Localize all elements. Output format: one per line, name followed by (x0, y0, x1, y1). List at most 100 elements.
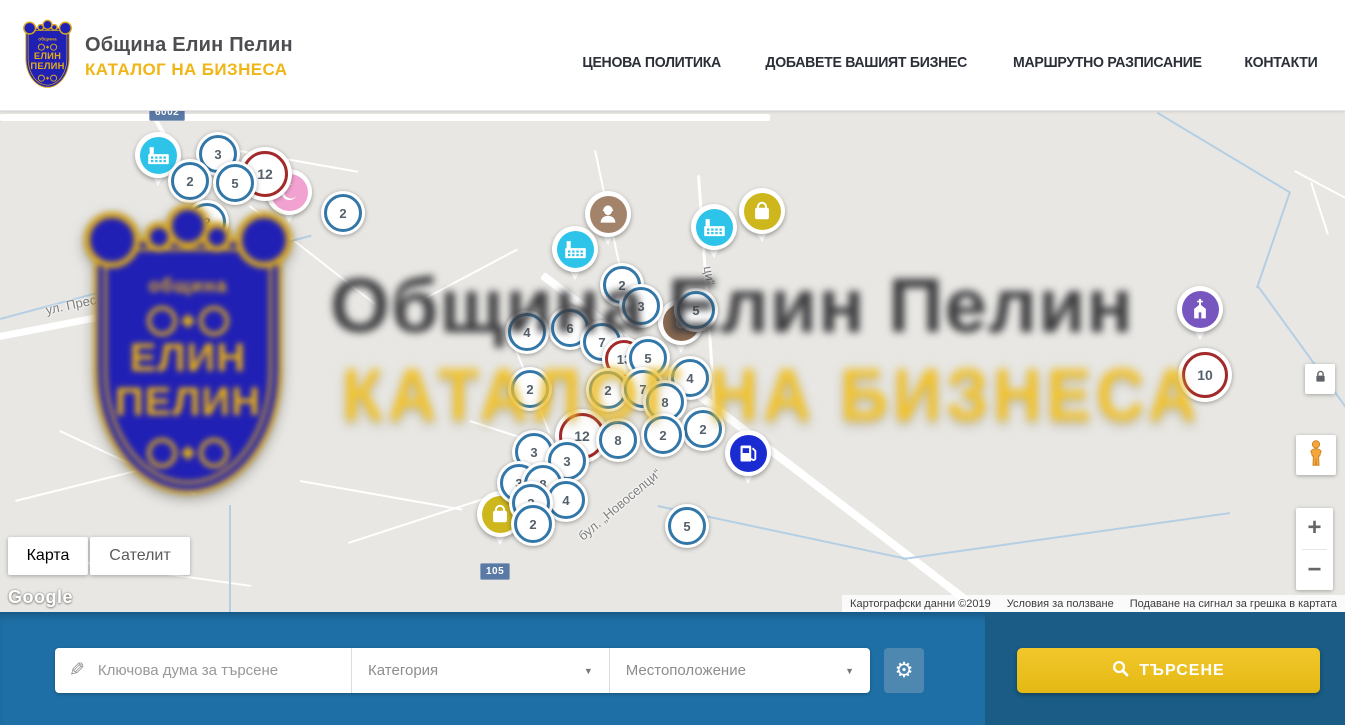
street-view-pegman[interactable] (1296, 435, 1336, 475)
road-line (1310, 182, 1329, 235)
report-error-link[interactable]: Подаване на сигнал за грешка в картата (1130, 598, 1337, 610)
crest-curl (37, 24, 44, 31)
pencil-icon: ✎ (69, 661, 85, 680)
road-number-badge: 105 (480, 563, 510, 580)
bag-pin-marker[interactable] (739, 188, 785, 234)
watermark-subtitle: КАТАЛОГ НА БИЗНЕСА (342, 353, 1201, 438)
cluster-count: 5 (216, 164, 254, 202)
crest-curl (23, 22, 36, 35)
river-line (1256, 191, 1291, 288)
crest-ornament (88, 438, 288, 468)
advanced-settings-button[interactable]: ⚙ (884, 648, 924, 693)
fuel-icon (730, 435, 767, 472)
road-line (300, 480, 463, 511)
river-line (229, 505, 231, 612)
factory-pin-marker[interactable] (691, 204, 737, 250)
location-select[interactable]: Местоположение ▼ (610, 648, 870, 693)
factory-icon (696, 209, 733, 246)
nav-item-pricing[interactable]: ЦЕНОВА ПОЛИТИКА (582, 54, 721, 71)
pin-bubble (691, 204, 737, 250)
crest-top-word: община (24, 37, 71, 42)
street-label: бул. „Новоселци“ (575, 466, 664, 544)
map-attribution: Картографски данни ©2019 Условия за полз… (842, 595, 1345, 612)
search-button[interactable]: ТЪРСЕНЕ (1017, 648, 1320, 693)
crest-curl (59, 22, 72, 35)
map-data-notice: Картографски данни ©2019 (850, 598, 991, 610)
crest-curl (51, 24, 58, 31)
brand-text: Община Елин Пелин КАТАЛОГ НА БИЗНЕСА (85, 22, 293, 89)
keyword-input[interactable] (96, 661, 337, 680)
cluster-marker[interactable]: 2 (511, 502, 555, 546)
crest-curl (144, 222, 174, 252)
municipality-crest: община ЕЛИНПЕЛИН (24, 22, 71, 89)
crest-curl (202, 222, 232, 252)
cluster-count: 5 (668, 507, 706, 545)
header: община ЕЛИНПЕЛИН Община Елин Пелин КАТАЛО… (0, 0, 1345, 111)
pin-bubble (739, 188, 785, 234)
crest-name-line1: ЕЛИН (24, 51, 71, 62)
church-pin-marker[interactable] (1177, 286, 1223, 332)
map-canvas[interactable]: ул. Преславбул. „Новоселци“ци“6002105 32… (0, 110, 1345, 612)
cluster-count: 2 (324, 194, 362, 232)
zoom-in-button[interactable]: + (1296, 508, 1333, 549)
river-line (1157, 112, 1291, 194)
search-icon (1112, 660, 1129, 682)
nav-item-route-schedule[interactable]: МАРШРУТНО РАЗПИСАНИЕ (1013, 54, 1202, 71)
map-type-control: Карта Сателит (8, 537, 190, 575)
gear-icon: ⚙ (895, 658, 914, 683)
watermark-crest-logo: община ЕЛИНПЕЛИН (88, 214, 288, 498)
category-select[interactable]: Категория ▼ (352, 648, 610, 693)
cluster-count: 2 (514, 505, 552, 543)
crest-ornament (24, 75, 71, 82)
nav-item-add-business[interactable]: ДОБАВЕТЕ ВАШИЯТ БИЗНЕС (765, 54, 967, 71)
crest-name-line1: ЕЛИН (88, 336, 288, 381)
chevron-down-icon: ▼ (584, 666, 593, 676)
lock-button[interactable] (1305, 364, 1335, 394)
keyword-field-wrap: ✎ (55, 648, 352, 693)
map-type-map-button[interactable]: Карта (8, 537, 88, 575)
google-logo[interactable]: Google (8, 587, 73, 608)
pegman-icon (1302, 439, 1330, 472)
nav-item-contacts[interactable]: КОНТАКТИ (1245, 54, 1318, 71)
road-line (0, 114, 770, 121)
cluster-count: 2 (171, 162, 209, 200)
crest-name-line2: ПЕЛИН (24, 61, 71, 72)
watermark-title: Община Елин Пелин (330, 262, 1134, 351)
search-bar: ✎ Категория ▼ Местоположение ▼ ⚙ ТЪРСЕНЕ (0, 612, 1345, 725)
cluster-marker[interactable]: 5 (213, 161, 257, 205)
cluster-marker[interactable]: 2 (321, 191, 365, 235)
church-icon (1182, 291, 1219, 328)
municipality-crest: община ЕЛИНПЕЛИН (88, 214, 288, 498)
pin-bubble (1177, 286, 1223, 332)
bag-icon (744, 193, 781, 230)
river-line (903, 512, 1230, 560)
site-logo[interactable]: община ЕЛИНПЕЛИН Община Елин Пелин КАТАЛО… (24, 22, 293, 89)
search-button-label: ТЪРСЕНЕ (1139, 662, 1224, 680)
location-value: Местоположение (626, 662, 746, 679)
crest-ornament (24, 44, 71, 51)
zoom-control: + − (1296, 508, 1333, 590)
cluster-marker[interactable]: 5 (665, 504, 709, 548)
category-value: Категория (368, 662, 438, 679)
municipality-crest-icon: общинаЕЛИНПЕЛИН (24, 22, 35, 38)
site-subtitle: КАТАЛОГ НА БИЗНЕСА (85, 60, 293, 80)
crest-top-word: община (88, 276, 288, 298)
road-line (348, 497, 487, 544)
cluster-marker[interactable]: 2 (168, 159, 212, 203)
crest-name-line2: ПЕЛИН (88, 380, 288, 425)
road-line (1294, 170, 1345, 201)
chevron-down-icon: ▼ (845, 666, 854, 676)
terms-link[interactable]: Условия за ползване (1007, 598, 1114, 610)
page: ул. Преславбул. „Новоселци“ци“6002105 32… (0, 0, 1345, 725)
site-title: Община Елин Пелин (85, 34, 293, 57)
crest-ornament (88, 306, 288, 336)
search-form: ✎ Категория ▼ Местоположение ▼ (55, 648, 870, 693)
crest-curl (236, 212, 292, 268)
river-line (1257, 286, 1345, 437)
main-nav: ЦЕНОВА ПОЛИТИКА ДОБАВЕТЕ ВАШИЯТ БИЗНЕС М… (578, 54, 1320, 71)
lock-icon (1313, 369, 1328, 389)
zoom-out-button[interactable]: − (1296, 550, 1333, 591)
crest-curl (84, 212, 140, 268)
map-type-satellite-button[interactable]: Сателит (90, 537, 190, 575)
road-number-badge: 6002 (149, 110, 185, 121)
